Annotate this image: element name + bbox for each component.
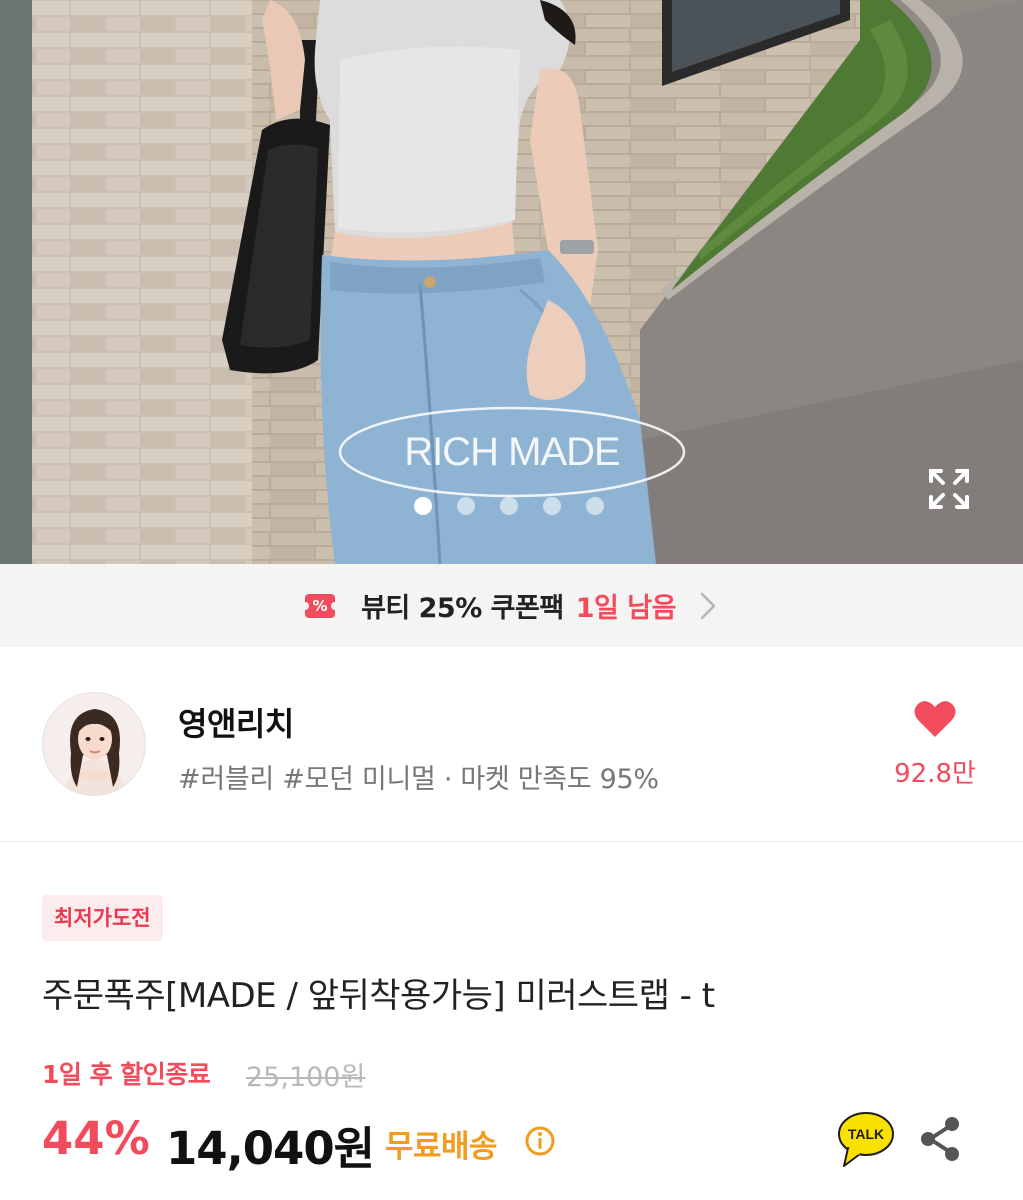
chevron-right-icon bbox=[700, 592, 716, 619]
share-icon[interactable] bbox=[916, 1114, 964, 1164]
carousel-dot[interactable] bbox=[414, 497, 432, 515]
discount-rate: 44% bbox=[42, 1112, 150, 1165]
seller-name[interactable]: 영앤리치 bbox=[178, 699, 294, 745]
talk-label: TALK bbox=[847, 1126, 885, 1142]
lowest-price-badge: 최저가도전 bbox=[42, 895, 163, 941]
expand-icon[interactable] bbox=[922, 462, 976, 516]
sale-end-notice: 1일 후 할인종료 bbox=[42, 1060, 211, 1089]
coupon-text: 뷰티 25% 쿠폰팩 bbox=[361, 593, 564, 624]
seller-tags: #러블리 #모던 미니멀 · 마켓 만족도 95% bbox=[178, 764, 659, 795]
seller-section: 영앤리치 #러블리 #모던 미니멀 · 마켓 만족도 95% 92.8만 bbox=[0, 647, 1023, 842]
free-shipping-label: 무료배송 bbox=[385, 1129, 498, 1165]
carousel-dot[interactable] bbox=[457, 497, 475, 515]
coupon-icon: % bbox=[301, 593, 340, 618]
original-price: 25,100원 bbox=[246, 1062, 366, 1093]
carousel-dot[interactable] bbox=[586, 497, 604, 515]
info-icon[interactable] bbox=[524, 1125, 556, 1157]
product-image-carousel[interactable]: RICH MADE bbox=[0, 0, 1023, 564]
carousel-pagination bbox=[414, 497, 604, 515]
coupon-banner[interactable]: % 뷰티 25% 쿠폰팩 1일 남음 bbox=[0, 564, 1023, 647]
like-button[interactable]: 92.8만 bbox=[880, 699, 990, 790]
sale-price: 14,040원 bbox=[166, 1122, 375, 1175]
carousel-dot[interactable] bbox=[543, 497, 561, 515]
product-title: 주문폭주[MADE / 앞뒤착용가능] 미러스트랩 - t bbox=[42, 976, 715, 1016]
heart-icon bbox=[914, 701, 956, 737]
carousel-dot[interactable] bbox=[500, 497, 518, 515]
seller-avatar[interactable] bbox=[42, 692, 146, 796]
like-count: 92.8만 bbox=[894, 759, 976, 789]
coupon-remaining: 1일 남음 bbox=[575, 593, 677, 624]
watermark-text: RICH MADE bbox=[404, 430, 620, 474]
kakao-talk-icon[interactable]: TALK bbox=[838, 1112, 898, 1168]
product-photo bbox=[0, 0, 1023, 564]
